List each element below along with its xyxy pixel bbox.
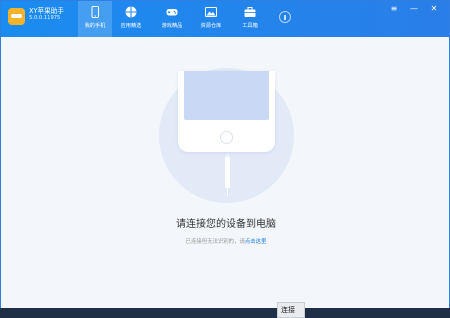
download-icon[interactable]	[279, 11, 291, 23]
prompt-sub-text: 已连接但无法识别的，请	[185, 239, 245, 245]
nav-games[interactable]: 游戏精品	[155, 1, 189, 37]
nav-my-phone[interactable]: 我的手机	[78, 1, 112, 37]
minimize-button[interactable]: —	[409, 4, 419, 14]
taskbar-button[interactable]: 连接	[277, 302, 305, 318]
menu-icon[interactable]: ≡	[389, 4, 399, 14]
cable-wire	[227, 187, 228, 196]
nav-label: 应用精选	[120, 23, 142, 29]
connect-prompt-title: 请连接您的设备到电脑	[176, 219, 276, 230]
apps-icon	[125, 6, 137, 18]
brand: XY苹果助手 5.0.0.11975	[29, 7, 64, 22]
app-logo-icon	[8, 8, 25, 25]
image-icon	[205, 7, 217, 17]
nav-label: 资源仓库	[200, 23, 222, 29]
phone-illustration	[178, 71, 275, 152]
nav-label: 工具箱	[242, 23, 258, 29]
toolbox-icon	[244, 7, 256, 17]
gamepad-icon	[166, 9, 178, 16]
top-nav-bar: XY苹果助手 5.0.0.11975 我的手机 应用精选 游戏精品 资源仓库 工…	[1, 1, 449, 37]
phone-screen	[184, 71, 269, 120]
phone-icon	[91, 6, 99, 18]
close-button[interactable]: ✕	[429, 4, 439, 14]
app-window: XY苹果助手 5.0.0.11975 我的手机 应用精选 游戏精品 资源仓库 工…	[0, 0, 450, 318]
nav-label: 游戏精品	[161, 23, 183, 29]
nav-resources[interactable]: 资源仓库	[194, 1, 228, 37]
click-here-link[interactable]: 点击这里	[245, 239, 267, 245]
app-version: 5.0.0.11975	[29, 15, 61, 21]
cable-icon	[225, 157, 230, 188]
app-name: XY苹果助手	[29, 7, 64, 15]
nav-toolbox[interactable]: 工具箱	[233, 1, 267, 37]
nav-apps[interactable]: 应用精选	[114, 1, 148, 37]
connect-prompt-sub: 已连接但无法识别的，请点击这里	[1, 238, 450, 246]
nav-label: 我的手机	[84, 23, 106, 29]
home-button-icon	[220, 131, 233, 144]
taskbar	[0, 308, 450, 318]
